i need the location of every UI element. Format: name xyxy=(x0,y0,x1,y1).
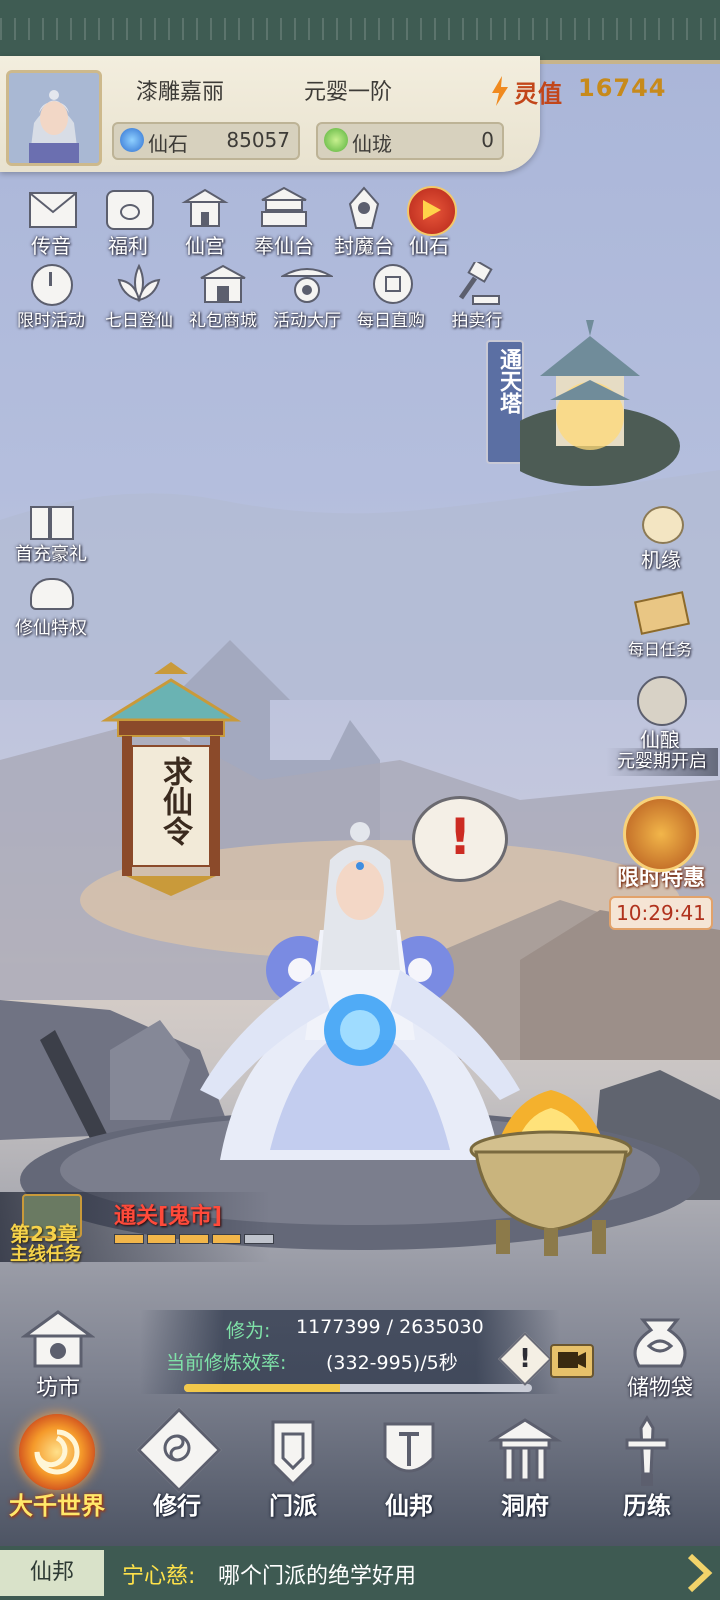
lingzhi-value: 16744 xyxy=(578,74,667,102)
video-ad-button[interactable] xyxy=(550,1344,594,1378)
xianniang-button[interactable]: 仙酿 xyxy=(610,676,710,753)
task-progress-segment xyxy=(179,1234,209,1244)
task-progress-segment xyxy=(211,1234,242,1244)
avatar[interactable] xyxy=(6,70,102,166)
currency-xianlong[interactable]: 仙珑 0 xyxy=(316,122,504,160)
nav-daqian-world[interactable]: 大千世界 xyxy=(2,1414,112,1521)
offer-timer: 10:29:41 xyxy=(609,896,713,930)
sect-icon xyxy=(255,1414,331,1490)
nav-dongfu[interactable]: 洞府 xyxy=(470,1414,580,1521)
chuanyin-button[interactable]: 传音 xyxy=(18,186,84,259)
turtle-icon xyxy=(26,570,76,614)
game-screen: 漆雕嘉丽 元婴一阶 灵值 16744 仙石 85057 仙珑 0 传音 福利 仙… xyxy=(0,0,720,1600)
video-icon xyxy=(558,1352,586,1368)
market-icon xyxy=(20,1306,96,1376)
altar-icon xyxy=(258,186,310,230)
nav-xiuxing[interactable]: 修行 xyxy=(122,1407,232,1521)
auction-button[interactable]: 拍卖行 xyxy=(434,259,520,331)
efficiency-label: 当前修炼效率: xyxy=(166,1352,287,1374)
cultivation-progress-bar xyxy=(184,1384,532,1392)
fengxiantai-button[interactable]: 奉仙台 xyxy=(244,186,324,259)
first-charge-gift-icon xyxy=(28,496,74,540)
cultivate-icon xyxy=(136,1407,222,1493)
efficiency-value: (332-995)/5秒 xyxy=(326,1352,458,1374)
currency-label: 仙石 xyxy=(148,132,188,156)
daily-task-button[interactable]: 每日任务 xyxy=(610,588,710,660)
limited-offer-icon xyxy=(623,796,699,872)
currency-xianshi[interactable]: 仙石 85057 xyxy=(112,122,300,160)
player-name: 漆雕嘉丽 xyxy=(136,80,225,105)
market-button[interactable]: 坊市 xyxy=(8,1306,108,1402)
cultivation-progress-fill xyxy=(184,1384,340,1392)
chevron-right-icon xyxy=(687,1553,713,1593)
xiangong-button[interactable]: 仙宫 xyxy=(172,186,238,259)
daily-purchase-button[interactable]: 每日直购 xyxy=(348,262,434,331)
task-progress-segment xyxy=(114,1234,144,1244)
sword-trial-icon xyxy=(609,1414,685,1490)
shop-icon xyxy=(197,262,249,306)
green-jade-icon xyxy=(324,128,348,152)
tongtian-tower-banner[interactable]: 通天塔 xyxy=(486,340,524,464)
coin-icon xyxy=(365,262,417,306)
alliance-icon xyxy=(371,1414,447,1490)
nav-lilian[interactable]: 历练 xyxy=(592,1414,702,1521)
chat-expand-button[interactable] xyxy=(684,1550,716,1596)
lightning-icon xyxy=(492,76,508,106)
xianshi-video-button[interactable]: 仙石 xyxy=(396,186,462,259)
lingzhi-label: 灵值 xyxy=(514,80,562,108)
chat-message: 哪个门派的绝学好用 xyxy=(218,1564,417,1589)
limited-event-button[interactable]: 限时活动 xyxy=(8,262,94,331)
clock-event-icon xyxy=(25,262,77,306)
blue-gem-icon xyxy=(120,128,144,152)
play-gem-icon xyxy=(403,186,457,236)
lotus-icon xyxy=(113,262,165,306)
cultivation-privilege-button[interactable]: 修仙特权 xyxy=(8,570,94,640)
task-progress-segment xyxy=(244,1234,274,1244)
bottom-navigation: 大千世界 修行 门派 仙邦 洞府 历练 xyxy=(0,1400,720,1546)
activity-hall-button[interactable]: 活动大厅 xyxy=(264,262,350,331)
demon-seal-icon xyxy=(338,186,390,230)
unlock-hint: 元婴期开启 xyxy=(606,748,718,776)
nav-xianbang[interactable]: 仙邦 xyxy=(354,1414,464,1521)
chat-sender: 宁心慈: xyxy=(122,1564,196,1589)
fortune-cat-icon xyxy=(636,500,686,544)
currency-label: 仙珑 xyxy=(352,132,392,156)
main-task-progress xyxy=(114,1234,274,1244)
cave-house-icon xyxy=(487,1414,563,1490)
player-realm: 元婴一阶 xyxy=(304,80,393,105)
gift-shop-button[interactable]: 礼包商城 xyxy=(180,262,266,331)
first-charge-button[interactable]: 首充豪礼 xyxy=(8,496,94,566)
seven-day-button[interactable]: 七日登仙 xyxy=(96,262,182,331)
cultivation-label: 修为: xyxy=(226,1320,271,1342)
auction-hammer-icon xyxy=(451,259,503,306)
incense-burner xyxy=(469,1090,633,1256)
scroll-icon xyxy=(633,588,690,636)
fuli-button[interactable]: 福利 xyxy=(95,186,161,259)
chat-channel-tab[interactable]: 仙邦 xyxy=(0,1550,104,1596)
main-task-badge[interactable]: 第23章 主线任务 xyxy=(6,1194,106,1265)
envelope-icon xyxy=(25,186,77,230)
palace-icon xyxy=(179,186,231,230)
world-swirl-icon xyxy=(19,1414,95,1490)
currency-value: 0 xyxy=(481,128,494,152)
storage-bag-icon xyxy=(623,1306,697,1376)
jiyuan-button[interactable]: 机缘 xyxy=(616,500,706,573)
top-bar xyxy=(0,0,720,64)
limited-offer-button[interactable]: 限时特惠 10:29:41 xyxy=(604,796,718,930)
task-progress-segment xyxy=(146,1234,177,1244)
gift-chest-icon xyxy=(102,186,154,230)
fengmotai-button[interactable]: 封魔台 xyxy=(324,186,404,259)
cultivation-value: 1177399 / 2635030 xyxy=(296,1316,484,1338)
main-task-goal: 通关[鬼市] xyxy=(114,1204,223,1229)
wine-jar-icon xyxy=(633,676,687,726)
hall-icon xyxy=(279,262,335,306)
tower-icon[interactable] xyxy=(520,316,700,506)
storage-bag-button[interactable]: 储物袋 xyxy=(606,1306,714,1402)
currency-value: 85057 xyxy=(226,128,290,152)
nav-menpai[interactable]: 门派 xyxy=(238,1414,348,1521)
